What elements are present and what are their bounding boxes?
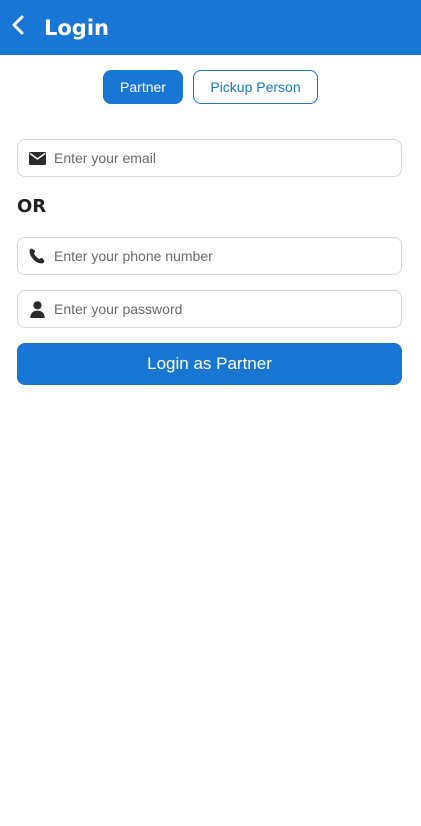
chevron-left-icon	[11, 15, 25, 40]
phone-input[interactable]	[54, 241, 401, 271]
app-header: Login	[0, 0, 421, 55]
role-tabs: Partner Pickup Person	[0, 70, 421, 104]
tab-partner[interactable]: Partner	[103, 70, 183, 104]
phone-field	[17, 237, 402, 275]
tab-pickup-person[interactable]: Pickup Person	[193, 70, 318, 104]
envelope-icon	[28, 149, 46, 167]
login-button[interactable]: Login as Partner	[17, 343, 402, 385]
password-input[interactable]	[54, 294, 401, 324]
email-field	[17, 139, 402, 177]
phone-icon	[28, 247, 46, 265]
page-title: Login	[44, 15, 109, 40]
user-icon	[28, 300, 46, 318]
email-input[interactable]	[54, 143, 401, 173]
or-separator: OR	[17, 196, 47, 217]
back-button[interactable]	[0, 0, 36, 55]
password-field	[17, 290, 402, 328]
